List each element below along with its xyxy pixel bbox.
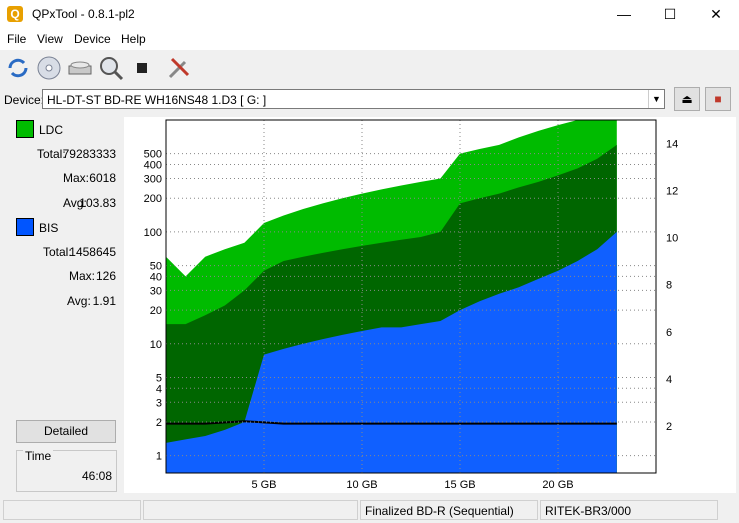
- ldc-bis-chart: 5 GB 10 GB 15 GB 20 GB123451020304050100200…: [124, 117, 736, 493]
- y-left-tick-label: 30: [150, 285, 162, 297]
- ldc-avg: 103.83: [79, 196, 116, 210]
- ldc-total-label: Total:: [37, 147, 66, 161]
- app-icon: Q: [7, 6, 23, 22]
- y-right-tick-label: 12: [666, 186, 678, 198]
- close-icon[interactable]: ✕: [693, 0, 739, 30]
- y-left-tick-label: 50: [150, 261, 162, 273]
- eject-icon: ⏏: [681, 92, 693, 106]
- y-left-tick-label: 4: [156, 383, 162, 395]
- detailed-button[interactable]: Detailed: [16, 420, 116, 443]
- lock-button[interactable]: ■: [705, 87, 731, 111]
- device-value: HL-DT-ST BD-RE WH16NS48 1.D3 [ G: ]: [47, 93, 267, 107]
- x-tick-label: 15 GB: [444, 479, 475, 491]
- bis-label: BIS: [39, 221, 59, 235]
- tools-icon[interactable]: [165, 54, 193, 82]
- y-right-tick-label: 8: [666, 280, 672, 292]
- x-tick-label: 20 GB: [542, 479, 573, 491]
- window-title: QPxTool - 0.8.1-pl2: [32, 7, 135, 21]
- menu-view[interactable]: View: [37, 32, 63, 46]
- chevron-down-icon[interactable]: ▼: [648, 90, 664, 108]
- ldc-total: 79283333: [62, 147, 116, 161]
- y-right-tick-label: 4: [666, 374, 672, 386]
- ldc-max-label: Max:: [63, 171, 90, 185]
- time-value: 46:08: [81, 469, 112, 483]
- status-bar: Finalized BD-R (Sequential) RITEK-BR3/00…: [0, 498, 739, 523]
- y-right-tick-label: 10: [666, 233, 678, 245]
- drive-icon[interactable]: [66, 54, 94, 82]
- time-label: Time: [23, 449, 54, 463]
- y-right-tick-label: 6: [666, 327, 672, 339]
- ldc-max: 6018: [89, 171, 116, 185]
- device-select[interactable]: HL-DT-ST BD-RE WH16NS48 1.D3 [ G: ] ▼: [42, 89, 665, 109]
- x-tick-label: 5 GB: [251, 479, 276, 491]
- y-right-tick-label: 2: [666, 421, 672, 433]
- y-left-tick-label: 20: [150, 305, 162, 317]
- menu-help[interactable]: Help: [121, 32, 146, 46]
- y-left-tick-label: 10: [150, 339, 162, 351]
- device-row: Device: HL-DT-ST BD-RE WH16NS48 1.D3 [ G…: [0, 87, 739, 113]
- y-left-tick-label: 3: [156, 397, 162, 409]
- status-pane-1: [3, 500, 141, 520]
- bis-avg: 1.91: [92, 294, 116, 308]
- ldc-label: LDC: [39, 123, 64, 137]
- media-id: RITEK-BR3/000: [545, 504, 632, 518]
- y-left-tick-label: 100: [144, 227, 162, 239]
- menu-device[interactable]: Device: [74, 32, 111, 46]
- bis-color-swatch: [16, 218, 34, 236]
- toolbar: [0, 51, 739, 87]
- y-left-tick-label: 40: [150, 271, 162, 283]
- y-left-tick-label: 400: [144, 160, 162, 172]
- eject-button[interactable]: ⏏: [674, 87, 700, 111]
- disc-icon[interactable]: [35, 54, 63, 82]
- bis-max: 126: [95, 269, 116, 283]
- ldc-color-swatch: [16, 120, 34, 138]
- y-left-tick-label: 2: [156, 417, 162, 429]
- status-pane-media: RITEK-BR3/000: [540, 500, 718, 520]
- y-left-tick-label: 1: [156, 451, 162, 463]
- maximize-icon[interactable]: ☐: [647, 0, 693, 30]
- bis-total-label: Total:: [43, 245, 72, 259]
- stop-icon[interactable]: [128, 54, 156, 82]
- minimize-icon[interactable]: —: [601, 0, 647, 30]
- bis-total: 1458645: [69, 245, 116, 259]
- status-pane-2: [143, 500, 358, 520]
- magnifier-disc-icon[interactable]: [97, 54, 125, 82]
- title-bar: Q QPxTool - 0.8.1-pl2 — ☐ ✕: [0, 0, 739, 31]
- menu-bar: File View Device Help: [0, 30, 739, 50]
- y-left-tick-label: 200: [144, 193, 162, 205]
- lock-icon: ■: [714, 92, 722, 106]
- y-left-tick-label: 5: [156, 372, 162, 384]
- disc-type: Finalized BD-R (Sequential): [365, 504, 514, 518]
- status-pane-disc: Finalized BD-R (Sequential): [360, 500, 538, 520]
- y-left-tick-label: 500: [144, 149, 162, 161]
- device-label: Device:: [4, 93, 45, 107]
- stats-panel: LDC Total: 79283333 Max: 6018 Avg: 103.8…: [9, 117, 120, 494]
- bis-max-label: Max:: [69, 269, 96, 283]
- y-left-tick-label: 300: [144, 174, 162, 186]
- time-box: Time 46:08: [16, 449, 117, 492]
- y-right-tick-label: 14: [666, 139, 678, 151]
- menu-file[interactable]: File: [7, 32, 26, 46]
- x-tick-label: 10 GB: [346, 479, 377, 491]
- refresh-icon[interactable]: [4, 54, 32, 82]
- bis-avg-label: Avg:: [67, 294, 91, 308]
